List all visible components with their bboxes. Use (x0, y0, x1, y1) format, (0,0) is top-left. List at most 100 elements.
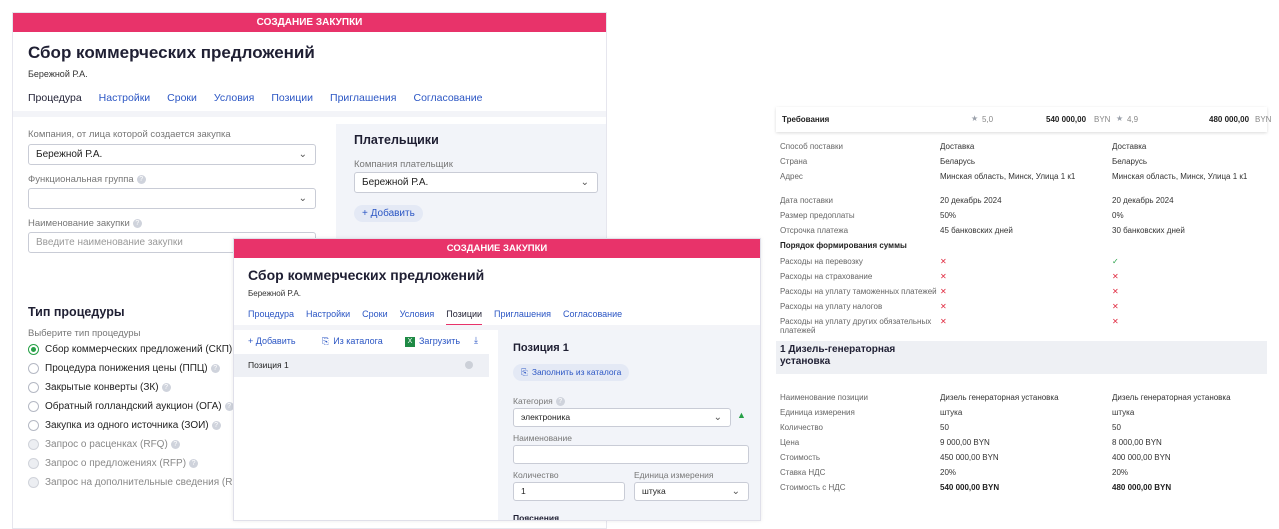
tab-settings[interactable]: Настройки (306, 309, 350, 326)
quantity-label: Количество (513, 470, 559, 480)
help-icon[interactable]: ? (136, 174, 146, 184)
procedure-option-label: Запрос о расценках (RFQ) (45, 439, 168, 450)
procedure-option[interactable]: Закрытые конверты (ЗК)? (28, 382, 171, 393)
supplier1-value: Минская область, Минск, Улица 1 к1 (940, 172, 1076, 181)
supplier2-value: 0% (1112, 211, 1124, 220)
tab-approval[interactable]: Согласование (413, 92, 482, 113)
supplier1-value: 20 декабрь 2024 (940, 196, 1002, 205)
row-label: Стоимость (780, 453, 821, 462)
radio-button[interactable] (28, 344, 39, 355)
supplier2-rating: 4,9 (1127, 115, 1139, 124)
supplier1-value: Доставка (940, 142, 975, 151)
tab-bar: Процедура Настройки Сроки Условия Позици… (248, 309, 622, 326)
cross-icon: ✕ (1112, 287, 1119, 296)
supplier1-value: 50% (940, 211, 957, 220)
radio-button[interactable] (28, 382, 39, 393)
supplier2-value: 30 банковских дней (1112, 226, 1185, 235)
payer-company-value: Бережной Р.А. (362, 177, 429, 188)
payer-company-select[interactable]: Бережной Р.А. ⌄ (354, 172, 598, 193)
position-list-item[interactable]: Позиция 1 (234, 354, 489, 377)
company-select[interactable]: Бережной Р.А. ⌄ (28, 144, 316, 165)
add-payer-button[interactable]: + Добавить (354, 205, 423, 222)
procedure-option[interactable]: Процедура понижения цены (ППЦ)? (28, 363, 220, 374)
tab-positions[interactable]: Позиции (446, 309, 483, 326)
tab-terms[interactable]: Сроки (167, 92, 197, 113)
tab-procedure[interactable]: Процедура (28, 92, 82, 113)
tab-positions[interactable]: Позиции (271, 92, 313, 113)
tree-icon[interactable]: ▲ (737, 410, 746, 420)
radio-button[interactable] (28, 363, 39, 374)
help-icon[interactable]: ? (189, 459, 199, 468)
category-label-text: Категория (513, 396, 553, 406)
help-icon[interactable]: ? (555, 397, 565, 407)
row-label: Страна (780, 157, 808, 166)
cost-section-heading: Порядок формирования суммы (780, 241, 907, 250)
divider (13, 111, 606, 117)
procedure-option-disabled: Запрос о расценках (RFQ)? (28, 439, 180, 450)
add-position-button[interactable]: + Добавить (248, 336, 296, 346)
supplier1-currency: BYN (1094, 115, 1111, 124)
from-catalog-button[interactable]: ⎘ Из каталога (322, 336, 383, 347)
procedure-option-label: Процедура понижения цены (ППЦ) (45, 363, 208, 374)
supplier2-value: 480 000,00 BYN (1112, 483, 1172, 492)
help-icon[interactable]: ? (132, 218, 142, 228)
company-label: Компания, от лица которой создается заку… (28, 129, 231, 140)
category-label: Категория? (513, 396, 565, 407)
tab-conditions[interactable]: Условия (400, 309, 435, 326)
radio-button[interactable] (28, 401, 39, 412)
supplier2-value: Дизель генераторная установка (1112, 393, 1231, 402)
radio-button[interactable] (28, 420, 39, 431)
quantity-input[interactable]: 1 (513, 482, 625, 501)
row-label: Отсрочка платежа (780, 226, 849, 235)
row-label: Способ поставки (780, 142, 843, 151)
payers-title: Плательщики (354, 133, 439, 147)
procedure-type-subtitle: Выберите тип процедуры (28, 328, 141, 339)
row-label: Ставка НДС (780, 468, 826, 477)
tab-invitations[interactable]: Приглашения (494, 309, 551, 326)
status-dot-icon (465, 361, 473, 369)
row-label: Расходы на страхование (780, 272, 873, 281)
download-icon[interactable]: ⤓ (474, 335, 478, 346)
tab-approval[interactable]: Согласование (563, 309, 622, 326)
cross-icon: ✕ (940, 272, 947, 281)
row-label: Единица измерения (780, 408, 855, 417)
unit-select[interactable]: штука ⌄ (634, 482, 749, 501)
supplier1-value: 450 000,00 BYN (940, 453, 999, 462)
help-icon[interactable]: ? (170, 440, 180, 449)
help-icon[interactable]: ? (161, 383, 171, 392)
group-select[interactable]: ⌄ (28, 188, 316, 209)
tab-terms[interactable]: Сроки (362, 309, 387, 326)
position-list-item-label: Позиция 1 (248, 360, 289, 370)
fill-from-catalog-button[interactable]: ⎘ Заполнить из каталога (513, 364, 630, 381)
tab-procedure[interactable]: Процедура (248, 309, 294, 326)
row-label: Цена (780, 438, 800, 447)
procedure-option[interactable]: Сбор коммерческих предложений (СКП) (28, 344, 232, 355)
procedure-option-label: Запрос о предложениях (RFP) (45, 458, 187, 469)
category-select[interactable]: электроника ⌄ (513, 408, 731, 427)
supplier1-value: 540 000,00 BYN (940, 483, 1000, 492)
group-label-text: Функциональная группа (28, 174, 134, 185)
item-name-input[interactable] (513, 445, 749, 464)
supplier1-value: 20% (940, 468, 957, 477)
banner: СОЗДАНИЕ ЗАКУПКИ (234, 239, 760, 258)
company-select-value: Бережной Р.А. (36, 149, 103, 160)
check-icon: ✓ (1112, 257, 1119, 266)
help-icon[interactable]: ? (211, 421, 221, 430)
page-title: Сбор коммерческих предложений (28, 43, 315, 62)
tab-bar: Процедура Настройки Сроки Условия Позици… (28, 92, 482, 113)
help-icon[interactable]: ? (210, 364, 220, 373)
procedure-option[interactable]: Закупка из одного источника (ЗОИ)? (28, 420, 221, 431)
catalog-icon: ⎘ (521, 367, 528, 377)
supplier1-value: Беларусь (940, 157, 975, 166)
procedure-option[interactable]: Обратный голландский аукцион (ОГА)? (28, 401, 234, 412)
row-label: Дата поставки (780, 196, 833, 205)
tab-conditions[interactable]: Условия (214, 92, 254, 113)
upload-button[interactable]: X Загрузить (405, 336, 460, 347)
procedure-option-label: Закупка из одного источника (ЗОИ) (45, 420, 209, 431)
tab-invitations[interactable]: Приглашения (330, 92, 396, 113)
supplier2-value: 400 000,00 BYN (1112, 453, 1171, 462)
position-detail-title: Позиция 1 (513, 342, 569, 354)
tab-settings[interactable]: Настройки (99, 92, 151, 113)
cross-icon: ✕ (1112, 272, 1119, 281)
procedure-option-disabled: Запрос о предложениях (RFP)? (28, 458, 199, 469)
